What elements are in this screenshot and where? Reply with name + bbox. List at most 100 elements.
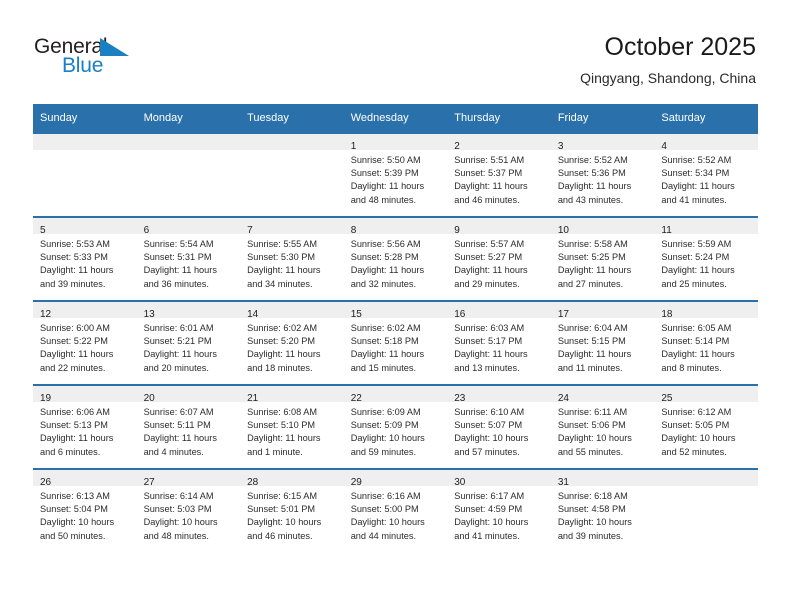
day-number: 8 <box>350 225 357 236</box>
calendar-cell-inner: 17 Sunrise: 6:04 AM Sunset: 5:15 PM Dayligh… <box>550 302 655 384</box>
day-number-band: 9 <box>447 218 551 236</box>
sunrise-time: Sunrise: 6:06 AM <box>40 407 110 417</box>
day-number-band: 3 <box>550 134 655 152</box>
sunrise-time: Sunrise: 6:07 AM <box>143 407 214 417</box>
daylight-duration-line2: and 48 minutes. <box>350 194 417 205</box>
sunset-time: Sunset: 5:33 PM <box>40 252 108 263</box>
sunset-time: Sunset: 5:13 PM <box>40 420 108 431</box>
sunrise-time: Sunrise: 6:15 AM <box>247 491 318 501</box>
calendar-cell-inner: 27 Sunrise: 6:14 AM Sunset: 5:03 PM Dayligh… <box>136 470 241 552</box>
calendar-day-cell[interactable]: 2 Sunrise: 5:51 AM Sunset: 5:37 PM Daylight… <box>447 132 551 217</box>
calendar-day-cell[interactable]: 9 Sunrise: 5:57 AM Sunset: 5:27 PM Daylight… <box>447 216 551 301</box>
sunrise-time: Sunrise: 6:13 AM <box>40 491 110 501</box>
calendar-day-cell[interactable]: 16 Sunrise: 6:03 AM Sunset: 5:17 PM Dayligh… <box>447 300 551 385</box>
sunrise-time: Sunrise: 6:03 AM <box>454 323 525 333</box>
sunset-time: Sunset: 5:05 PM <box>661 420 730 431</box>
day-number-band: 26 <box>33 470 137 488</box>
daylight-duration-line2: and 44 minutes. <box>350 530 417 541</box>
daylight-duration-line1: Daylight: 11 hours <box>661 349 735 360</box>
daylight-duration-line1: Daylight: 11 hours <box>350 265 425 276</box>
calendar-day-cell[interactable]: 4 Sunrise: 5:52 AM Sunset: 5:34 PM Daylight… <box>654 132 758 217</box>
calendar-day-cell[interactable]: 7 Sunrise: 5:55 AM Sunset: 5:30 PM Daylight… <box>240 216 344 301</box>
calendar-day-cell[interactable]: 8 Sunrise: 5:56 AM Sunset: 5:28 PM Daylight… <box>343 216 448 301</box>
calendar-cell-inner: 25 Sunrise: 6:12 AM Sunset: 5:05 PM Dayligh… <box>654 386 758 468</box>
sunrise-time: Sunrise: 5:51 AM <box>454 155 525 165</box>
daylight-duration-line1: Daylight: 11 hours <box>557 181 632 192</box>
calendar-day-cell[interactable]: 29 Sunrise: 6:16 AM Sunset: 5:00 PM Dayligh… <box>343 468 448 552</box>
calendar-day-cell[interactable]: 20 Sunrise: 6:07 AM Sunset: 5:11 PM Dayligh… <box>136 384 241 469</box>
calendar-body: 1 Sunrise: 5:50 AM Sunset: 5:39 PM Daylight… <box>33 132 758 552</box>
calendar-day-cell[interactable]: 5 Sunrise: 5:53 AM Sunset: 5:33 PM Daylight… <box>33 216 137 301</box>
sunrise-time: Sunrise: 6:16 AM <box>350 491 421 501</box>
day-number: 12 <box>40 309 52 320</box>
day-number: 26 <box>40 477 52 488</box>
sunset-time: Sunset: 5:27 PM <box>454 252 523 263</box>
calendar-cell-empty <box>654 468 758 552</box>
calendar-cell-empty <box>136 132 241 217</box>
weekday-header-sunday: Sunday <box>33 104 137 133</box>
daylight-duration-line2: and 41 minutes. <box>454 530 520 541</box>
calendar-day-cell[interactable]: 28 Sunrise: 6:15 AM Sunset: 5:01 PM Dayligh… <box>240 468 344 552</box>
calendar-cell-inner: 11 Sunrise: 5:59 AM Sunset: 5:24 PM Dayligh… <box>654 218 758 300</box>
day-number: 31 <box>557 477 569 488</box>
calendar-day-cell[interactable]: 31 Sunrise: 6:18 AM Sunset: 4:58 PM Dayligh… <box>550 468 655 552</box>
calendar-day-cell[interactable]: 12 Sunrise: 6:00 AM Sunset: 5:22 PM Dayligh… <box>33 300 137 385</box>
sun-times-block: Sunrise: 5:52 AM Sunset: 5:34 PM Daylight:… <box>654 150 758 207</box>
day-number: 5 <box>40 225 46 236</box>
calendar-day-cell[interactable]: 3 Sunrise: 5:52 AM Sunset: 5:36 PM Daylight… <box>550 132 655 217</box>
day-number-band: 19 <box>33 386 137 404</box>
day-number: 29 <box>350 477 362 488</box>
sun-times-block: Sunrise: 5:51 AM Sunset: 5:37 PM Daylight:… <box>447 150 551 207</box>
day-number-band <box>136 134 241 150</box>
weekday-header-tuesday: Tuesday <box>240 104 344 133</box>
day-number-band: 4 <box>654 134 758 152</box>
calendar-week-row: 1 Sunrise: 5:50 AM Sunset: 5:39 PM Daylight… <box>33 132 758 217</box>
calendar-day-cell[interactable]: 25 Sunrise: 6:12 AM Sunset: 5:05 PM Dayligh… <box>654 384 758 469</box>
sun-times-block: Sunrise: 6:15 AM Sunset: 5:01 PM Daylight:… <box>240 486 344 543</box>
calendar-day-cell[interactable]: 21 Sunrise: 6:08 AM Sunset: 5:10 PM Dayligh… <box>240 384 344 469</box>
weekday-header-monday: Monday <box>136 104 241 133</box>
sunset-time: Sunset: 5:24 PM <box>661 252 730 263</box>
daylight-duration-line2: and 11 minutes. <box>557 362 623 373</box>
calendar-cell-inner: 3 Sunrise: 5:52 AM Sunset: 5:36 PM Daylight… <box>550 134 655 216</box>
daylight-duration-line1: Daylight: 11 hours <box>143 433 217 444</box>
calendar-day-cell[interactable]: 1 Sunrise: 5:50 AM Sunset: 5:39 PM Daylight… <box>343 132 448 217</box>
calendar-day-cell[interactable]: 24 Sunrise: 6:11 AM Sunset: 5:06 PM Dayligh… <box>550 384 655 469</box>
calendar-cell-inner: 19 Sunrise: 6:06 AM Sunset: 5:13 PM Dayligh… <box>33 386 137 468</box>
daylight-duration-line2: and 8 minutes. <box>661 362 722 373</box>
day-number-band: 5 <box>33 218 137 236</box>
daylight-duration-line1: Daylight: 11 hours <box>40 433 114 444</box>
calendar-day-cell[interactable]: 18 Sunrise: 6:05 AM Sunset: 5:14 PM Dayligh… <box>654 300 758 385</box>
calendar-day-cell[interactable]: 23 Sunrise: 6:10 AM Sunset: 5:07 PM Dayligh… <box>447 384 551 469</box>
calendar-day-cell[interactable]: 15 Sunrise: 6:02 AM Sunset: 5:18 PM Dayligh… <box>343 300 448 385</box>
calendar-cell-inner: 26 Sunrise: 6:13 AM Sunset: 5:04 PM Dayligh… <box>33 470 137 552</box>
daylight-duration-line2: and 22 minutes. <box>40 362 106 373</box>
calendar-day-cell[interactable]: 26 Sunrise: 6:13 AM Sunset: 5:04 PM Dayligh… <box>33 468 137 552</box>
page-title: October 2025 <box>604 33 757 61</box>
day-number: 28 <box>247 477 259 488</box>
calendar-day-cell[interactable]: 22 Sunrise: 6:09 AM Sunset: 5:09 PM Dayligh… <box>343 384 448 469</box>
sun-times-block: Sunrise: 5:59 AM Sunset: 5:24 PM Daylight:… <box>654 234 758 291</box>
sunset-time: Sunset: 5:14 PM <box>661 336 730 347</box>
daylight-duration-line2: and 48 minutes. <box>143 530 209 541</box>
sun-times-block: Sunrise: 6:13 AM Sunset: 5:04 PM Daylight:… <box>33 486 137 543</box>
sun-times-block: Sunrise: 5:57 AM Sunset: 5:27 PM Daylight:… <box>447 234 551 291</box>
daylight-duration-line1: Daylight: 10 hours <box>454 517 529 528</box>
calendar-day-cell[interactable]: 17 Sunrise: 6:04 AM Sunset: 5:15 PM Dayligh… <box>550 300 655 385</box>
calendar-day-cell[interactable]: 14 Sunrise: 6:02 AM Sunset: 5:20 PM Dayligh… <box>240 300 344 385</box>
day-number-band: 18 <box>654 302 758 320</box>
sunrise-time: Sunrise: 5:58 AM <box>557 239 628 249</box>
calendar-day-cell[interactable]: 13 Sunrise: 6:01 AM Sunset: 5:21 PM Dayligh… <box>136 300 241 385</box>
calendar-day-cell[interactable]: 6 Sunrise: 5:54 AM Sunset: 5:31 PM Daylight… <box>136 216 241 301</box>
calendar-day-cell[interactable]: 10 Sunrise: 5:58 AM Sunset: 5:25 PM Dayligh… <box>550 216 655 301</box>
calendar-day-cell[interactable]: 19 Sunrise: 6:06 AM Sunset: 5:13 PM Dayligh… <box>33 384 137 469</box>
sunset-time: Sunset: 5:36 PM <box>557 168 626 179</box>
calendar-day-cell[interactable]: 11 Sunrise: 5:59 AM Sunset: 5:24 PM Dayligh… <box>654 216 758 301</box>
sunrise-time: Sunrise: 5:57 AM <box>454 239 525 249</box>
day-number-band: 2 <box>447 134 551 152</box>
daylight-duration-line1: Daylight: 10 hours <box>661 433 736 444</box>
calendar-week-row: 12 Sunrise: 6:00 AM Sunset: 5:22 PM Dayligh… <box>33 300 758 385</box>
general-blue-logo[interactable]: General Blue <box>34 36 144 82</box>
calendar-day-cell[interactable]: 30 Sunrise: 6:17 AM Sunset: 4:59 PM Dayligh… <box>447 468 551 552</box>
calendar-day-cell[interactable]: 27 Sunrise: 6:14 AM Sunset: 5:03 PM Dayligh… <box>136 468 241 552</box>
